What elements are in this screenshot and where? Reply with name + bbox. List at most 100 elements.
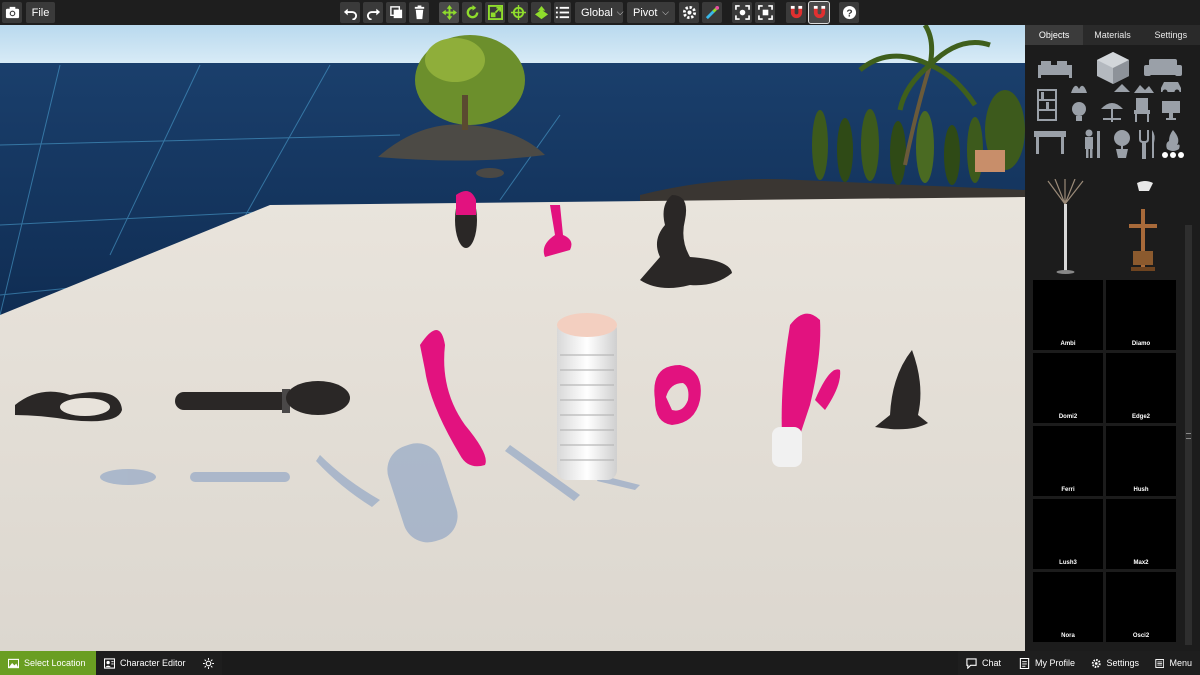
chevron-down-icon: ⌵ (616, 7, 624, 17)
cutlery-icon[interactable] (1137, 129, 1157, 159)
thumb-ambi[interactable]: Ambi (1033, 280, 1103, 350)
chat-icon (966, 657, 977, 669)
settings-button[interactable]: Settings (1083, 651, 1147, 675)
bottom-bar: Select Location Character Editor Chat My… (0, 651, 1200, 675)
thumb-label: Ambi (1060, 341, 1076, 347)
bed-icon[interactable] (1037, 57, 1073, 79)
my-profile-button[interactable]: My Profile (1011, 651, 1083, 675)
thumb-max2[interactable]: Max2 (1106, 499, 1176, 569)
space-select-value: Global (581, 6, 613, 19)
help-button[interactable]: ? (839, 2, 859, 23)
scrollbar-grip[interactable] (1186, 433, 1191, 439)
tab-objects[interactable]: Objects (1025, 25, 1084, 45)
mannequin-icon[interactable] (1081, 129, 1103, 159)
preview-row (1033, 177, 1183, 277)
frame-all-button[interactable] (755, 2, 775, 23)
file-menu[interactable]: File (26, 2, 55, 23)
chair-icon[interactable] (1133, 97, 1151, 123)
select-location-button[interactable]: Select Location (0, 651, 96, 675)
top-toolbar: File Global ⌵ Pivot ⌵ ? (0, 0, 1200, 25)
transform-all-tool-button[interactable] (508, 2, 528, 23)
list-view-button[interactable] (554, 2, 571, 23)
camera-icon[interactable] (2, 2, 22, 23)
table-icon[interactable] (1033, 129, 1067, 155)
undo-button[interactable] (340, 2, 360, 23)
menu-button[interactable]: Menu (1147, 651, 1200, 675)
scale-tool-button[interactable] (485, 2, 505, 23)
toy-pink-remote[interactable] (455, 191, 477, 248)
monitor-icon[interactable] (1161, 99, 1181, 121)
thumb-label: Hush (1133, 487, 1149, 493)
pole-preview-icon[interactable] (1043, 178, 1088, 275)
menu-label: Menu (1169, 658, 1192, 668)
pivot-select-value: Pivot (633, 6, 658, 19)
thumb-lush3[interactable]: Lush3 (1033, 499, 1103, 569)
chevron-down-icon: ⌵ (662, 7, 669, 17)
island-tree-foliage (425, 38, 485, 82)
thumb-osci2[interactable]: Osci2 (1106, 572, 1176, 642)
image-icon (8, 658, 19, 668)
thumb-hush[interactable]: Hush (1106, 426, 1176, 496)
thumb-label: Lush3 (1059, 560, 1077, 566)
panel-scrollbar[interactable] (1185, 225, 1192, 645)
decor-icon[interactable] (1069, 81, 1089, 95)
tab-materials[interactable]: Materials (1083, 25, 1142, 45)
my-profile-label: My Profile (1035, 658, 1076, 668)
thumb-label: Osci2 (1132, 633, 1150, 639)
color-picker-icon[interactable] (702, 2, 722, 23)
character-editor-button[interactable]: Character Editor (96, 651, 195, 675)
character-editor-label: Character Editor (120, 658, 186, 668)
car-icon[interactable] (1159, 79, 1183, 95)
small-rock (476, 168, 504, 178)
panel-tabs: Objects Materials Settings (1025, 25, 1200, 45)
magnet-grid-icon[interactable] (808, 1, 830, 24)
scene-viewport[interactable] (0, 25, 1025, 651)
thumb-label: Max2 (1133, 560, 1149, 566)
duplicate-button[interactable] (386, 2, 406, 23)
tab-settings[interactable]: Settings (1141, 25, 1200, 45)
floor-plane (0, 197, 1025, 651)
beach-umbrella-icon[interactable] (1099, 97, 1125, 123)
chat-button[interactable]: Chat (958, 651, 1011, 675)
settings-label: Settings (1106, 658, 1139, 668)
rug-icon[interactable] (1113, 81, 1131, 93)
chat-label: Chat (982, 658, 1002, 668)
surface-snap-button[interactable] (531, 2, 551, 23)
thumb-diamo[interactable]: Diamo (1106, 280, 1176, 350)
character-icon (104, 657, 115, 669)
fire-more-icon[interactable] (1161, 129, 1185, 159)
help-label: ? (846, 8, 852, 19)
thumb-domi2[interactable]: Domi2 (1033, 353, 1103, 423)
building (975, 150, 1005, 172)
thumb-ferri[interactable]: Ferri (1033, 426, 1103, 496)
delete-button[interactable] (409, 2, 429, 23)
cross-preview-icon[interactable] (1123, 179, 1163, 275)
lighting-button[interactable] (195, 651, 222, 675)
bookshelf-icon[interactable] (1037, 89, 1057, 121)
gear-icon[interactable] (679, 2, 699, 23)
thumb-edge2[interactable]: Edge2 (1106, 353, 1176, 423)
thumb-nora[interactable]: Nora (1033, 572, 1103, 642)
pivot-select[interactable]: Pivot ⌵ (627, 2, 675, 23)
gear-icon (1091, 658, 1101, 668)
thumb-label: Edge2 (1131, 414, 1150, 420)
rotate-tool-button[interactable] (462, 2, 482, 23)
thumb-label: Diamo (1131, 341, 1151, 347)
sun-icon (203, 657, 214, 669)
magnet-icon[interactable] (786, 2, 806, 23)
cube-icon[interactable] (1095, 51, 1131, 85)
menu-icon (1155, 658, 1165, 668)
plant-icon[interactable] (1111, 129, 1133, 159)
toy-white-sleeve[interactable] (557, 313, 617, 480)
thumb-label: Domi2 (1058, 414, 1078, 420)
profile-icon (1019, 657, 1030, 669)
redo-button[interactable] (363, 2, 383, 23)
lightbulb-icon[interactable] (1069, 99, 1089, 123)
space-select[interactable]: Global ⌵ (575, 2, 624, 23)
thumb-label: Ferri (1061, 487, 1075, 493)
sofa-icon[interactable] (1143, 57, 1183, 79)
move-tool-button[interactable] (439, 2, 459, 23)
select-location-label: Select Location (24, 658, 86, 668)
landscape-icon[interactable] (1133, 81, 1155, 93)
focus-object-button[interactable] (732, 2, 752, 23)
